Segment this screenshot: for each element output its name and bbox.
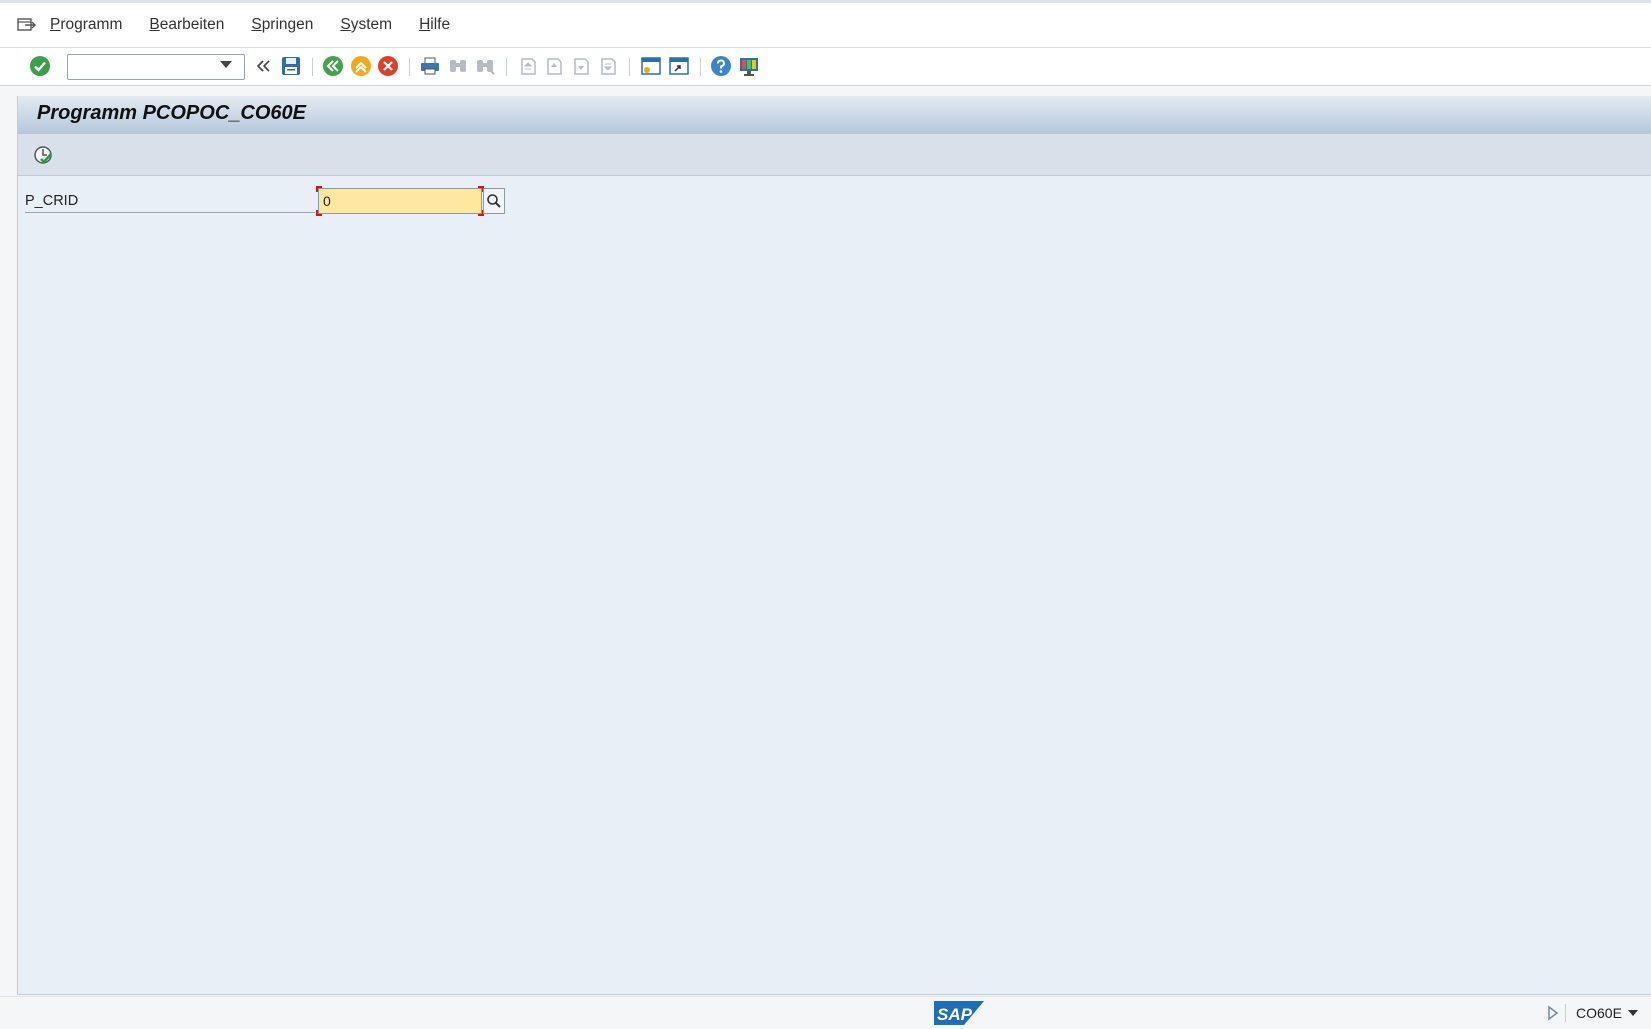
- menu-system-mnemonic: S: [340, 16, 351, 33]
- menu-springen-label: pringen: [261, 16, 314, 33]
- menu-window-icon[interactable]: [16, 15, 38, 35]
- standard-toolbar: [0, 48, 1651, 86]
- new-session-icon[interactable]: [639, 54, 663, 78]
- execute-icon[interactable]: [31, 143, 55, 167]
- enter-icon[interactable]: [28, 54, 52, 78]
- first-page-icon: [516, 54, 540, 78]
- search-icon: [487, 194, 501, 208]
- menu-bearbeiten-label: earbeiten: [159, 16, 225, 33]
- p-crid-label: P_CRID: [25, 191, 315, 213]
- find-next-icon: [473, 54, 497, 78]
- sap-logo: SAP: [934, 999, 984, 1029]
- menu-hilfe[interactable]: Hilfe: [419, 14, 450, 36]
- sap-logo-text: SAP: [937, 1005, 973, 1024]
- toolbar-separator: [409, 58, 410, 76]
- menu-hilfe-label: ilfe: [430, 16, 451, 33]
- help-icon[interactable]: [709, 54, 733, 78]
- cancel-icon[interactable]: [376, 54, 400, 78]
- required-marker: [316, 186, 322, 192]
- toolbar-separator: [312, 58, 313, 76]
- page-title: Programm PCOPOC_CO60E: [37, 102, 306, 124]
- chevron-down-icon[interactable]: [220, 61, 232, 68]
- menu-bar: Programm Bearbeiten Springen System Hilf…: [0, 0, 1651, 48]
- value-help-button[interactable]: [483, 188, 505, 214]
- find-icon: [446, 54, 470, 78]
- menu-system-label: ystem: [350, 16, 393, 33]
- application-toolbar: [18, 134, 1651, 176]
- chevron-down-icon[interactable]: [1628, 1010, 1638, 1016]
- print-icon[interactable]: [418, 54, 442, 78]
- command-field[interactable]: [67, 54, 245, 80]
- prev-page-icon: [542, 54, 566, 78]
- layout-icon[interactable]: [737, 54, 761, 78]
- toolbar-separator: [506, 58, 507, 76]
- menu-programm-mnemonic: P: [50, 16, 61, 33]
- p-crid-input[interactable]: [318, 188, 482, 214]
- status-bar: SAP CO60E: [0, 996, 1651, 1029]
- exit-icon[interactable]: [349, 54, 373, 78]
- main-screen-area: Programm PCOPOC_CO60E P_CRID: [17, 96, 1651, 995]
- required-marker: [316, 210, 322, 216]
- toolbar-separator: [700, 58, 701, 76]
- menu-springen-mnemonic: S: [251, 16, 262, 33]
- transaction-code: CO60E: [1576, 1005, 1622, 1021]
- menu-programm[interactable]: Programm: [50, 14, 122, 36]
- toolbar-separator: [629, 58, 630, 76]
- save-icon[interactable]: [279, 54, 303, 78]
- menu-bearbeiten[interactable]: Bearbeiten: [149, 14, 224, 36]
- menu-hilfe-mnemonic: H: [419, 16, 431, 33]
- menu-programm-label: rogramm: [60, 16, 123, 33]
- back-arrows-icon[interactable]: [251, 54, 275, 78]
- menu-bearbeiten-mnemonic: B: [149, 16, 160, 33]
- menu-springen[interactable]: Springen: [251, 14, 313, 36]
- play-icon[interactable]: [1547, 1005, 1559, 1025]
- last-page-icon: [596, 54, 620, 78]
- status-separator: [1565, 1004, 1566, 1022]
- menu-system[interactable]: System: [340, 14, 392, 36]
- next-page-icon: [569, 54, 593, 78]
- shortcut-icon[interactable]: [667, 54, 691, 78]
- back-icon[interactable]: [321, 54, 345, 78]
- title-bar: Programm PCOPOC_CO60E: [18, 96, 1651, 134]
- sap-gui-window: Programm Bearbeiten Springen System Hilf…: [0, 0, 1651, 1029]
